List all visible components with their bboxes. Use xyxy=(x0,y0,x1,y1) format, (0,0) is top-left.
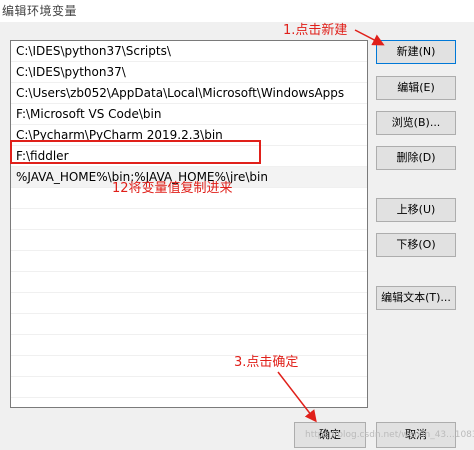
list-item-empty[interactable] xyxy=(11,272,367,293)
edit-text-button[interactable]: 编辑文本(T)... xyxy=(376,286,456,310)
annotation-step2: 12将变量值复制进来 xyxy=(112,181,233,196)
list-item-empty[interactable] xyxy=(11,209,367,230)
list-item[interactable]: C:\IDES\python37\Scripts\ xyxy=(11,41,367,62)
list-item-empty[interactable] xyxy=(11,377,367,398)
browse-button[interactable]: 浏览(B)... xyxy=(376,111,456,135)
list-item-empty[interactable] xyxy=(11,335,367,356)
path-list[interactable]: C:\IDES\python37\Scripts\ C:\IDES\python… xyxy=(10,40,368,408)
list-item[interactable]: C:\Users\zb052\AppData\Local\Microsoft\W… xyxy=(11,83,367,104)
new-button[interactable]: 新建(N) xyxy=(376,40,456,64)
list-item[interactable]: C:\IDES\python37\ xyxy=(11,62,367,83)
list-item[interactable]: F:\Microsoft VS Code\bin xyxy=(11,104,367,125)
edit-button[interactable]: 编辑(E) xyxy=(376,76,456,100)
watermark: https://blog.csdn.net/weixin_43...1083 xyxy=(305,430,474,440)
list-item-empty[interactable] xyxy=(11,356,367,377)
delete-button[interactable]: 删除(D) xyxy=(376,146,456,170)
move-down-button[interactable]: 下移(O) xyxy=(376,233,456,257)
list-item-empty[interactable] xyxy=(11,251,367,272)
list-item-empty[interactable] xyxy=(11,314,367,335)
title-bar: 编辑环境变量 xyxy=(0,0,474,22)
highlight-box xyxy=(10,140,261,164)
annotation-step1: 1.点击新建 xyxy=(283,23,348,38)
annotation-step3: 3.点击确定 xyxy=(234,355,299,370)
list-item-empty[interactable] xyxy=(11,230,367,251)
list-item-empty[interactable] xyxy=(11,293,367,314)
window-title: 编辑环境变量 xyxy=(2,4,78,18)
move-up-button[interactable]: 上移(U) xyxy=(376,198,456,222)
